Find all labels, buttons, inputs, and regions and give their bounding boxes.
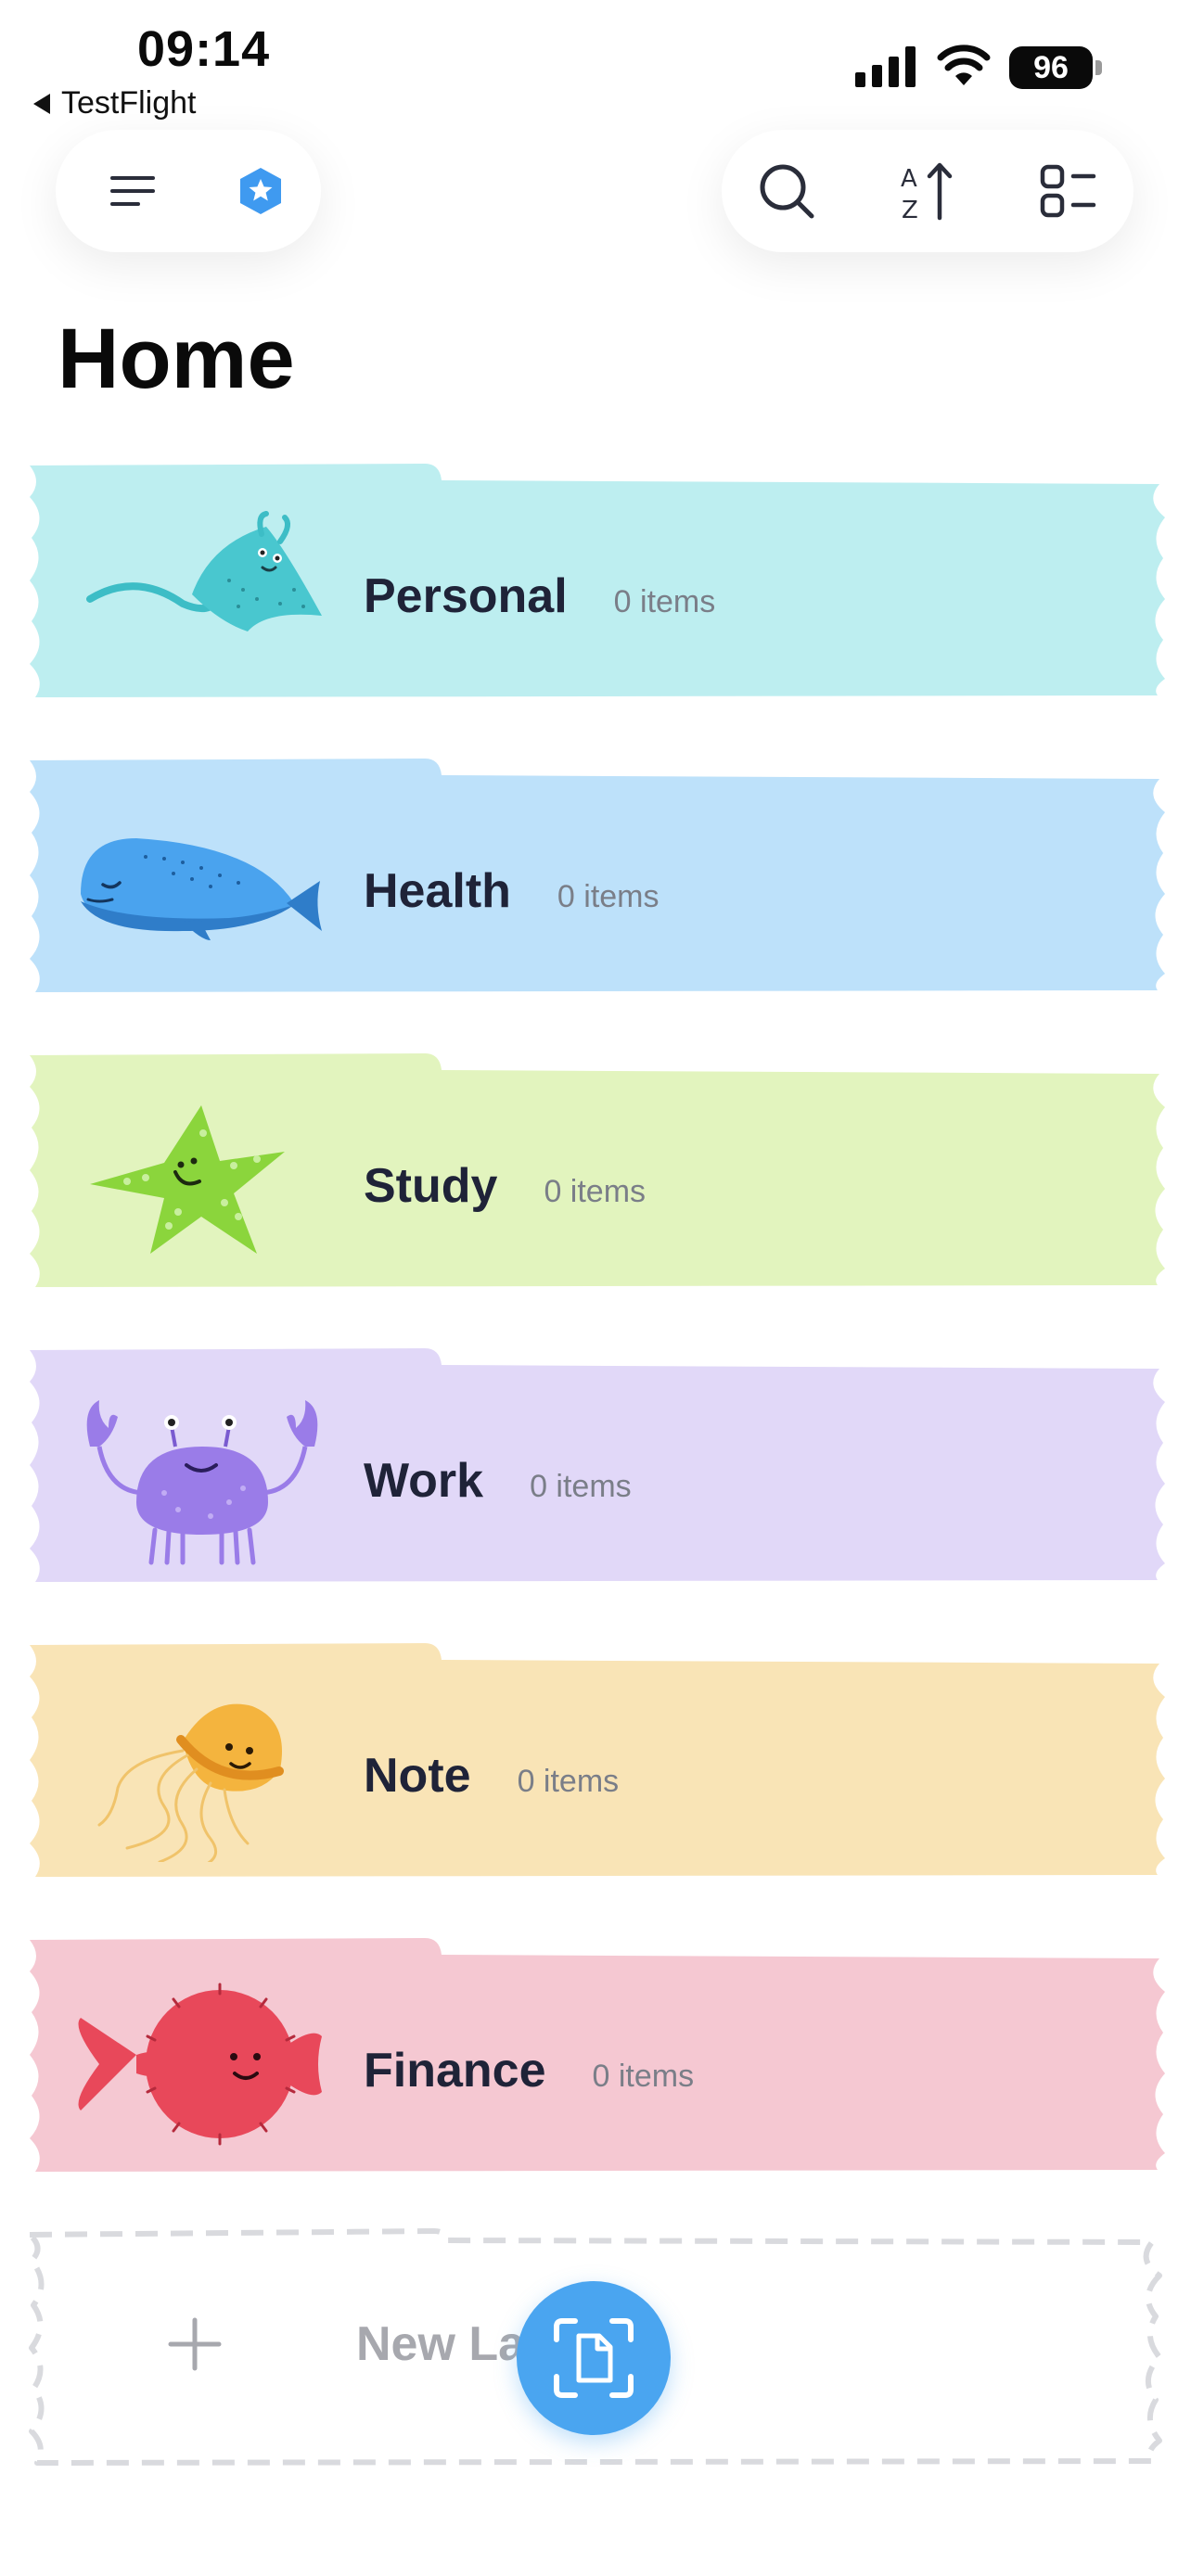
battery-indicator: 96 [1009,46,1104,89]
label-name: Finance [364,2044,546,2098]
list-view-icon [1040,164,1096,218]
label-card-finance[interactable]: Finance 0 items [26,1936,1169,2174]
label-text-row: Study 0 items [364,1158,646,1214]
hamburger-icon [110,176,155,206]
whale-icon [81,838,322,940]
new-label-text: New La [356,2317,526,2371]
page-title: Home [58,312,295,406]
premium-badge-button[interactable] [219,149,302,233]
label-text-row: Health 0 items [364,863,660,919]
left-toolbar [56,130,321,252]
right-toolbar: A Z [722,130,1133,252]
label-card-note[interactable]: Note 0 items [26,1641,1169,1879]
label-count: 0 items [544,1174,647,1209]
label-card-personal[interactable]: Personal 0 items [26,462,1169,699]
view-toggle-button[interactable] [1027,149,1110,233]
manta-ray-icon [86,511,322,631]
back-app-label: TestFlight [61,85,197,121]
jellyfish-icon [97,1703,284,1862]
plus-icon [168,2317,222,2371]
back-to-app-link[interactable]: TestFlight [33,85,197,121]
scan-button[interactable] [517,2281,671,2435]
pufferfish-icon [78,1983,322,2146]
svg-text:Z: Z [902,197,918,222]
label-name: Note [364,1749,471,1803]
label-text-row: Personal 0 items [364,568,715,624]
label-card-work[interactable]: Work 0 items [26,1346,1169,1584]
crab-icon [86,1400,318,1565]
scan-document-icon [554,2318,634,2398]
cellular-signal-icon [855,46,916,87]
label-count: 0 items [530,1469,632,1504]
label-text-row: Work 0 items [364,1453,632,1509]
label-count: 0 items [517,1764,620,1799]
battery-nub [1095,60,1102,75]
label-name: Work [364,1454,484,1508]
starfish-icon [90,1105,285,1254]
label-count: 0 items [592,2059,695,2094]
battery-level: 96 [1009,46,1093,89]
label-name: Health [364,864,511,918]
sort-button[interactable]: A Z [886,149,969,233]
back-arrow-icon [33,93,50,114]
star-badge-icon [240,168,281,214]
search-button[interactable] [745,149,828,233]
label-text-row: Note 0 items [364,1748,619,1804]
label-name: Personal [364,569,568,623]
label-text-row: Finance 0 items [364,2043,694,2098]
status-time: 09:14 [137,21,271,77]
label-count: 0 items [557,879,660,914]
wifi-icon [937,45,991,85]
search-icon [760,164,814,219]
sort-az-icon: A Z [901,162,953,222]
label-count: 0 items [613,584,716,619]
menu-button[interactable] [93,149,176,233]
svg-text:A: A [901,165,917,193]
label-name: Study [364,1159,498,1213]
label-card-health[interactable]: Health 0 items [26,757,1169,994]
label-card-study[interactable]: Study 0 items [26,1052,1169,1289]
